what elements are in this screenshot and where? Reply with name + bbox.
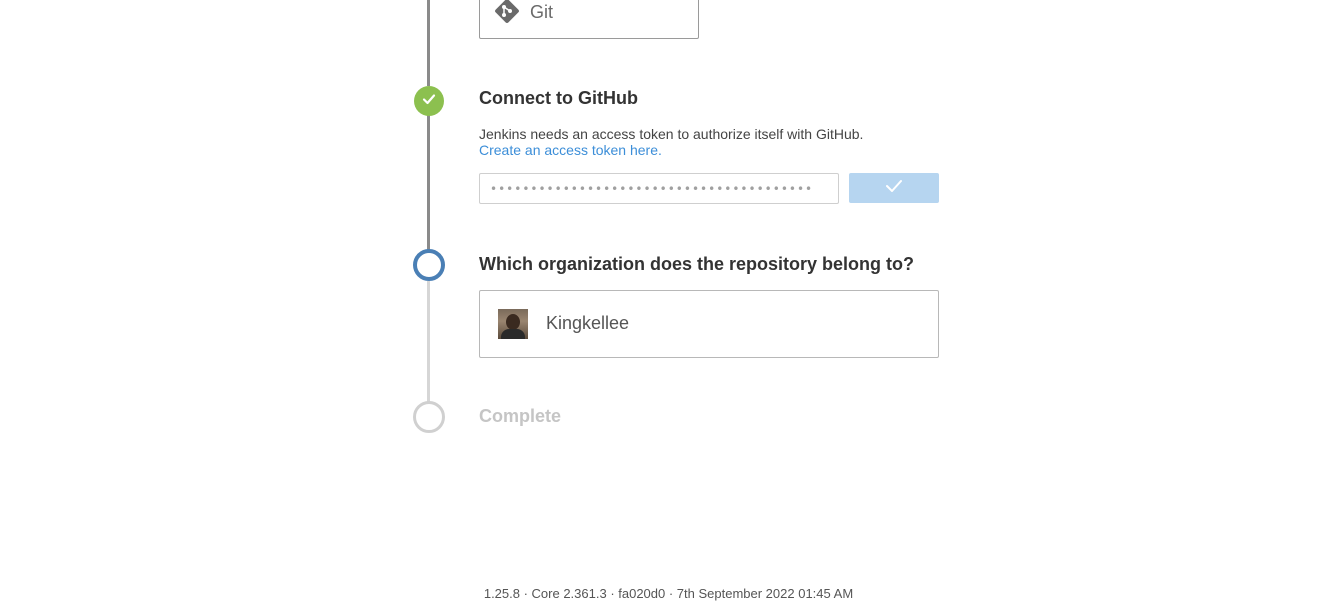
git-icon <box>494 0 520 24</box>
create-token-link[interactable]: Create an access token here. <box>479 142 662 158</box>
scm-option-label: Git <box>530 2 554 22</box>
checkmark-icon <box>421 91 437 112</box>
organization-name: Kingkellee <box>546 313 630 333</box>
organization-option[interactable]: Kingkellee <box>479 290 939 358</box>
description-text: Jenkins needs an access token to authori… <box>479 126 864 142</box>
step-complete-marker <box>414 86 444 116</box>
timeline-line-completed <box>427 0 430 86</box>
step-title-connect: Connect to GitHub <box>479 88 638 108</box>
step-title-complete: Complete <box>479 406 562 426</box>
scm-option-git[interactable]: Git <box>479 0 699 39</box>
create-pipeline-page: Git Connect to GitHub Jenkins needs an a… <box>0 0 1337 614</box>
avatar-face <box>506 314 520 330</box>
version-footer: 1.25.8 · Core 2.361.3 · fa020d0 · 7th Se… <box>483 586 854 601</box>
timeline-line-pending <box>427 281 430 402</box>
step-title-organization: Which organization does the repository b… <box>479 254 915 274</box>
step-pending-marker <box>413 401 445 433</box>
step-active-marker <box>413 249 445 281</box>
avatar-body <box>501 329 525 339</box>
step-description: Jenkins needs an access token to authori… <box>479 126 863 158</box>
access-token-input[interactable]: •••••••••••••••••••••••••••••••••••••••• <box>479 173 839 204</box>
timeline-line-completed <box>427 114 430 250</box>
connect-button[interactable] <box>849 173 939 203</box>
avatar <box>498 309 528 339</box>
checkmark-icon <box>885 179 903 198</box>
